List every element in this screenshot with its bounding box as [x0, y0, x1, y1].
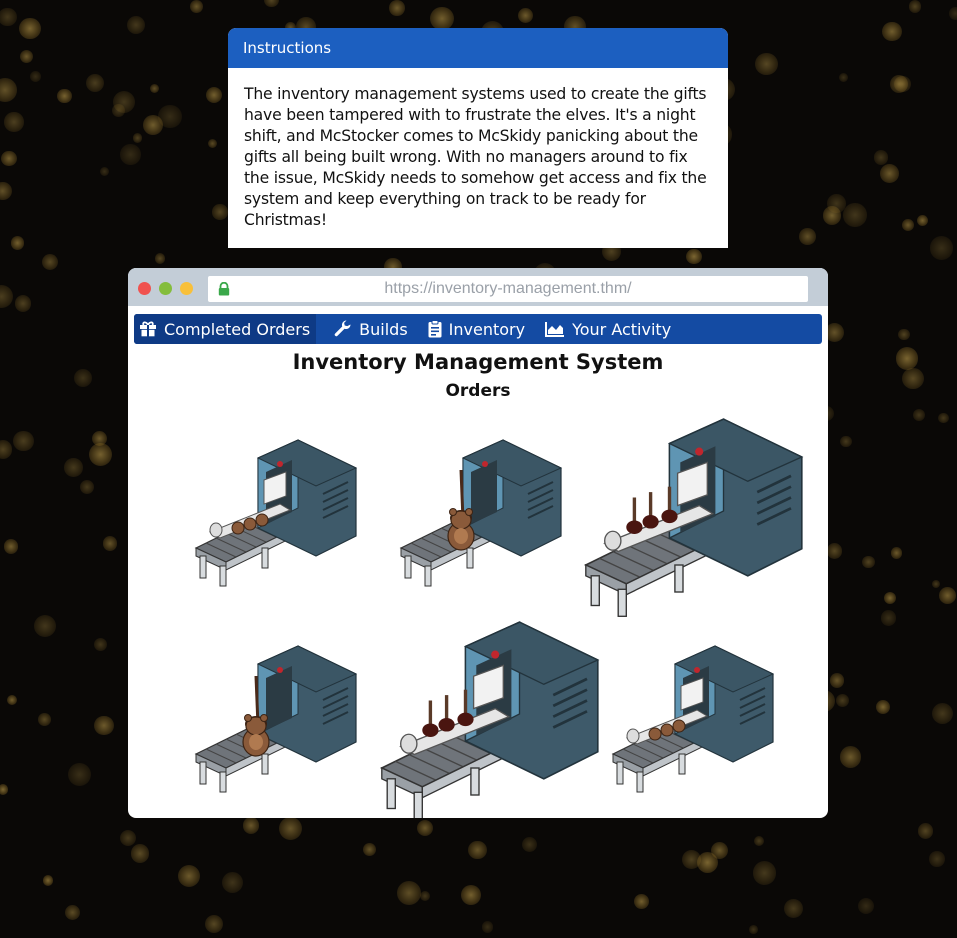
- wrench-icon: [334, 320, 351, 337]
- gift-icon: [140, 321, 156, 337]
- close-window-button[interactable]: [138, 282, 151, 295]
- page-subtitle: Orders: [445, 381, 511, 401]
- page-title: Inventory Management System: [292, 350, 664, 374]
- order-machine-teddy-bear: [188, 634, 358, 794]
- order-machine-teddy-bear: [393, 428, 563, 588]
- instructions-heading: Instructions: [228, 28, 728, 68]
- instructions-text: The inventory management systems used to…: [244, 85, 707, 229]
- nav-your-activity[interactable]: Your Activity: [539, 314, 677, 344]
- top-nav: Completed Orders Builds Inventory Your A…: [134, 314, 822, 344]
- address-bar[interactable]: https://inventory-management.thm/: [208, 276, 808, 302]
- nav-completed-orders[interactable]: Completed Orders: [134, 314, 317, 344]
- browser-window: https://inventory-management.thm/ Comple…: [128, 268, 828, 818]
- order-machine-train-with-plungers: [371, 606, 601, 818]
- nav-your-activity-label: Your Activity: [572, 319, 672, 339]
- minimize-window-button[interactable]: [159, 282, 172, 295]
- nav-inventory-label: Inventory: [448, 319, 526, 339]
- nav-builds[interactable]: Builds: [328, 314, 414, 344]
- instructions-panel: Instructions The inventory management sy…: [228, 28, 728, 248]
- clipboard-icon: [428, 320, 442, 338]
- maximize-window-button[interactable]: [180, 282, 193, 295]
- nav-completed-orders-label: Completed Orders: [164, 319, 311, 339]
- nav-inventory[interactable]: Inventory: [422, 314, 531, 344]
- url-text: https://inventory-management.thm/: [384, 280, 632, 297]
- nav-builds-label: Builds: [359, 319, 408, 339]
- order-machine-train-with-bears: [188, 428, 358, 588]
- order-machine-train-with-plungers: [575, 403, 805, 619]
- order-machine-train-with-bears: [605, 634, 775, 794]
- browser-chrome: https://inventory-management.thm/: [128, 268, 828, 306]
- area-chart-icon: [545, 322, 565, 337]
